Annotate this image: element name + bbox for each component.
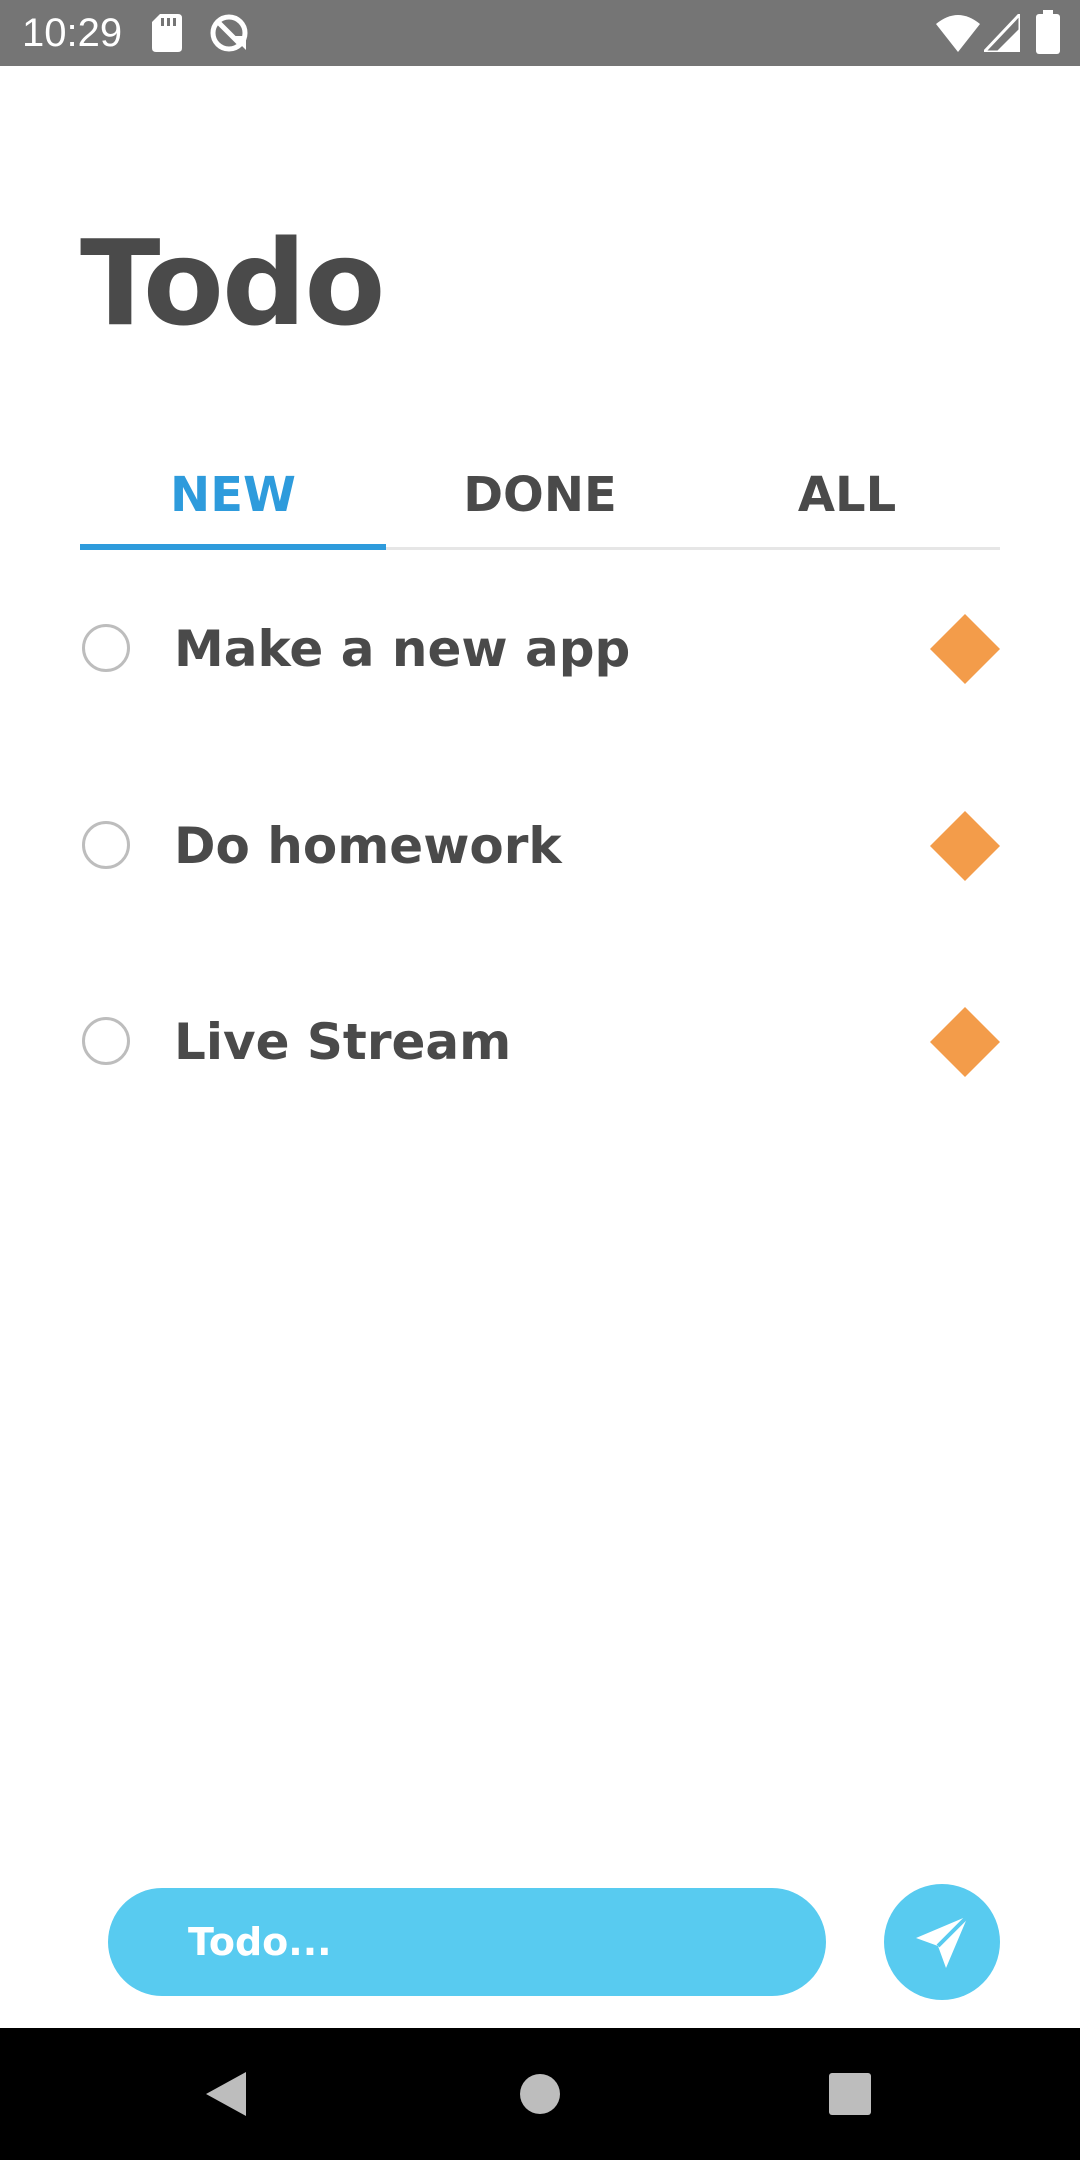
todo-input[interactable] (108, 1888, 826, 1996)
diamond-icon[interactable] (930, 614, 1000, 684)
diamond-icon[interactable] (930, 1007, 1000, 1077)
sync-icon (210, 14, 248, 52)
todo-checkbox[interactable] (82, 1017, 130, 1065)
todo-item[interactable]: Do homework (80, 781, 1000, 911)
recents-button[interactable] (820, 2064, 880, 2124)
battery-icon (1036, 10, 1060, 54)
todo-label: Make a new app (174, 620, 631, 678)
home-icon (520, 2074, 560, 2114)
todo-checkbox[interactable] (82, 821, 130, 869)
cell-signal-icon (984, 14, 1020, 52)
tab-all[interactable]: ALL (694, 440, 1000, 550)
tab-bar: NEW DONE ALL (80, 440, 1000, 550)
page-title: Todo (80, 214, 385, 352)
tab-new[interactable]: NEW (80, 440, 386, 550)
todo-item[interactable]: Live Stream (80, 977, 1000, 1107)
diamond-icon[interactable] (930, 811, 1000, 881)
recents-icon (829, 2073, 871, 2115)
todo-checkbox[interactable] (82, 624, 130, 672)
back-button[interactable] (196, 2064, 256, 2124)
todo-label: Live Stream (174, 1013, 512, 1071)
home-button[interactable] (510, 2064, 570, 2124)
status-time: 10:29 (22, 11, 123, 55)
todo-label: Do homework (174, 817, 562, 875)
back-icon (206, 2072, 246, 2116)
tab-done[interactable]: DONE (387, 440, 693, 550)
status-bar: 10:29 (0, 0, 1080, 66)
send-button[interactable] (884, 1884, 1000, 2000)
todo-item[interactable]: Make a new app (80, 584, 1000, 714)
screen: 10:29 Todo NEW DONE ALL Make a new app D… (0, 0, 1080, 2160)
tab-indicator (80, 544, 386, 550)
wifi-icon (936, 15, 980, 52)
nav-bar (0, 2028, 1080, 2160)
sd-card-icon (152, 14, 182, 52)
send-icon (916, 1914, 970, 1968)
